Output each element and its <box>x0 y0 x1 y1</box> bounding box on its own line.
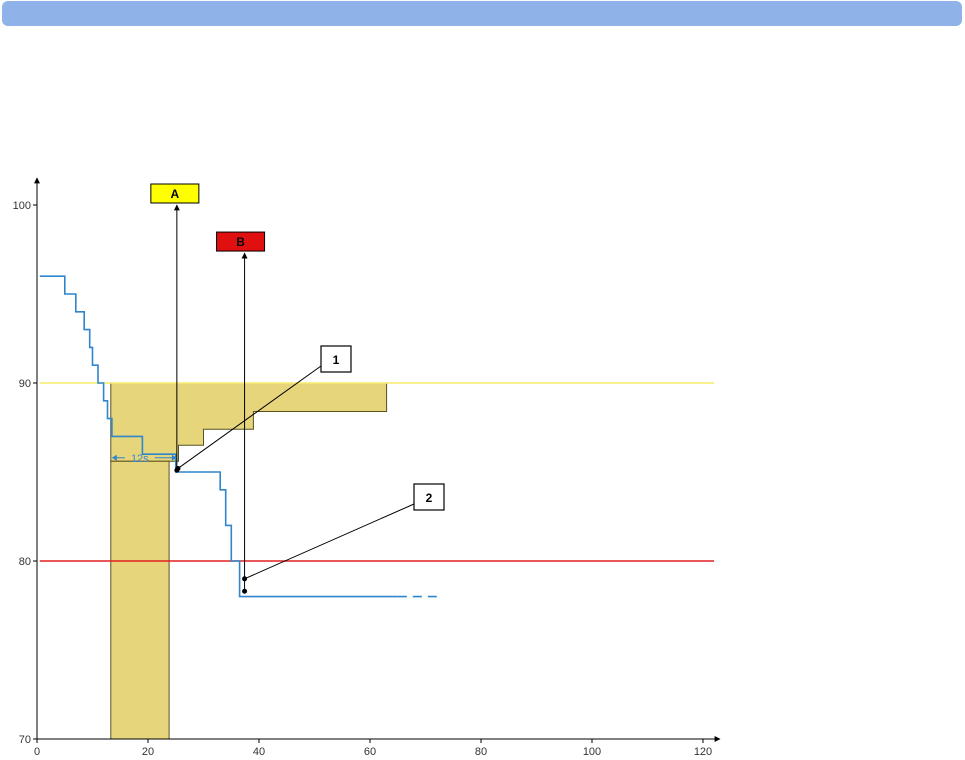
x-tick-label-0: 0 <box>34 746 40 758</box>
x-tick-label-80: 80 <box>475 746 487 758</box>
marker-label-A: A <box>171 187 180 201</box>
y-tick-label-80: 80 <box>19 556 31 568</box>
x-tick-label-100: 100 <box>583 746 601 758</box>
callout-dot-1 <box>175 465 181 471</box>
spo2-chart: 0 20 40 60 80 100 120 70 80 90 100 A B 1 2 12s <box>13 177 721 758</box>
y-tick-label-100: 100 <box>13 200 31 212</box>
annot-label-0: 12s <box>131 453 149 465</box>
y-tick-label-70: 70 <box>19 734 31 746</box>
shaded-band <box>110 460 170 740</box>
x-tick-label-20: 20 <box>142 746 154 758</box>
marker-dot-B <box>242 588 248 594</box>
marker-label-B: B <box>236 235 245 249</box>
callout-dot-2 <box>242 576 248 582</box>
x-tick-label-120: 120 <box>694 746 712 758</box>
callout-label-2: 2 <box>426 491 433 505</box>
x-tick-label-40: 40 <box>253 746 265 758</box>
callout-line-2 <box>244 503 415 580</box>
shaded-area <box>110 382 388 462</box>
series-line-0 <box>39 275 398 598</box>
x-tick-label-60: 60 <box>364 746 376 758</box>
callout-label-1: 1 <box>333 353 340 367</box>
y-tick-label-90: 90 <box>19 378 31 390</box>
